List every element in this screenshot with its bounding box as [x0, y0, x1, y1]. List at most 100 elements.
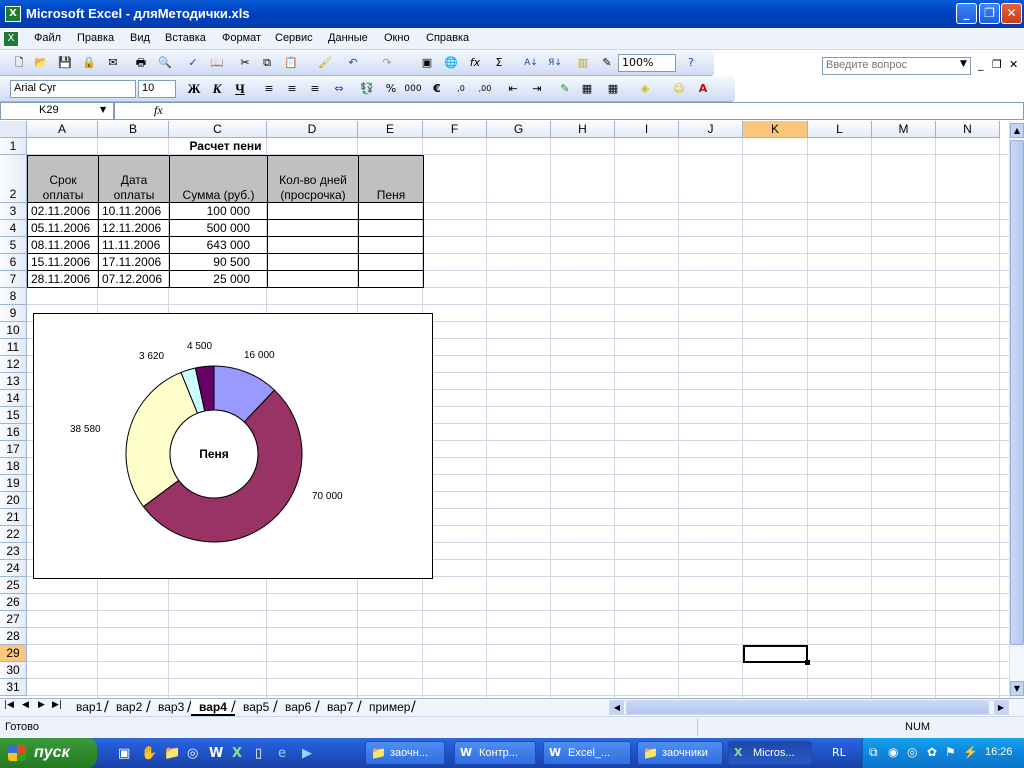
scroll-left-icon[interactable]: ◀ [610, 701, 624, 714]
cell-a[interactable]: 02.11.2006 [28, 203, 98, 219]
column-header[interactable]: A [27, 121, 98, 138]
hscroll-thumb[interactable] [626, 701, 989, 714]
quick-launch-browser-icon[interactable]: ◎ [187, 746, 198, 761]
row-header[interactable]: 15 [0, 407, 27, 424]
sheet-tab[interactable]: вар2 [108, 699, 150, 716]
quick-launch-word-icon[interactable]: W [209, 746, 223, 761]
increase-indent-icon[interactable]: ⇥ [528, 80, 546, 98]
underline-button[interactable]: Ч [231, 80, 249, 98]
restore-button[interactable]: ❐ [979, 3, 1000, 24]
close-button[interactable]: ✕ [1001, 3, 1022, 24]
row-header[interactable]: 9 [0, 305, 27, 322]
tray-antivirus-icon[interactable]: ◉ [888, 745, 898, 759]
cell-a[interactable]: 08.11.2006 [28, 237, 98, 253]
smiley-icon[interactable]: ☺ [670, 80, 688, 98]
sheet-tab[interactable]: вар6 [277, 699, 319, 716]
quick-launch-ie-icon[interactable]: e [278, 746, 286, 761]
row-header[interactable]: 8 [0, 288, 27, 305]
row-header[interactable]: 7 [0, 271, 27, 288]
decrease-decimal-icon[interactable]: ,00 [476, 80, 494, 98]
row-header[interactable]: 23 [0, 543, 27, 560]
menu-view[interactable]: Вид [130, 32, 150, 44]
row-header[interactable]: 11 [0, 339, 27, 356]
help-icon[interactable]: ? [682, 54, 700, 72]
quick-launch-media-icon[interactable]: ▶ [302, 746, 312, 761]
last-sheet-icon[interactable]: ▶| [52, 700, 62, 710]
scroll-thumb[interactable] [1010, 140, 1024, 645]
scroll-down-icon[interactable]: ▼ [1010, 681, 1024, 696]
cell-b[interactable]: 12.11.2006 [99, 220, 169, 236]
menu-data[interactable]: Данные [328, 32, 368, 44]
align-left-icon[interactable]: ≡ [260, 80, 278, 98]
quick-launch-hand-icon[interactable]: ✋ [141, 746, 157, 761]
cut-icon[interactable]: ✂ [236, 54, 254, 72]
workbook-icon[interactable]: X [3, 31, 19, 47]
increase-decimal-icon[interactable]: ,0 [452, 80, 470, 98]
cell-a[interactable]: 15.11.2006 [28, 254, 98, 270]
menu-help[interactable]: Справка [426, 32, 469, 44]
doc-close-icon[interactable]: ✕ [1009, 58, 1018, 71]
menu-edit[interactable]: Правка [77, 32, 114, 44]
hyperlink-icon[interactable]: 🌐 [442, 54, 460, 72]
cell-d[interactable] [268, 254, 358, 270]
vertical-scrollbar[interactable]: ▲ ▼ [1009, 121, 1024, 698]
row-header[interactable]: 1 [0, 138, 27, 155]
quick-launch-folder-icon[interactable]: 📁 [164, 746, 180, 761]
row-header[interactable]: 22 [0, 526, 27, 543]
scroll-up-icon[interactable]: ▲ [1010, 123, 1024, 138]
zoom-select[interactable]: 100% [618, 54, 676, 72]
cell-e[interactable] [359, 237, 423, 253]
percent-icon[interactable]: % [382, 80, 400, 98]
cell-c[interactable]: 100 000 [170, 203, 267, 219]
menu-file[interactable]: Файл [34, 32, 61, 44]
column-header[interactable]: E [358, 121, 423, 138]
cell-b[interactable]: 17.11.2006 [99, 254, 169, 270]
quick-launch-desktop-icon[interactable]: ▣ [118, 746, 130, 761]
menu-insert[interactable]: Вставка [165, 32, 206, 44]
tray-misc-icon[interactable]: ⚡ [963, 745, 978, 759]
cell-d[interactable] [268, 271, 358, 287]
insert-function-fx-icon[interactable]: fx [154, 103, 163, 118]
draw-borders-icon[interactable]: ✎ [556, 80, 574, 98]
column-header[interactable]: B [98, 121, 169, 138]
language-indicator[interactable]: RL [832, 746, 846, 759]
minimize-button[interactable]: _ [956, 3, 977, 24]
row-header[interactable]: 21 [0, 509, 27, 526]
cell-e[interactable] [359, 254, 423, 270]
cell-c[interactable]: 90 500 [170, 254, 267, 270]
name-box[interactable]: K29 [0, 102, 114, 120]
cell-d[interactable] [268, 203, 358, 219]
cell-d[interactable] [268, 237, 358, 253]
erase-border-icon[interactable]: ▦ [578, 80, 596, 98]
quick-launch-excel-icon[interactable]: X [232, 746, 242, 761]
comma-style-icon[interactable]: 000 [404, 80, 422, 98]
cell-c[interactable]: 25 000 [170, 271, 267, 287]
excel-app-icon[interactable]: X [5, 6, 21, 22]
decrease-indent-icon[interactable]: ⇤ [504, 80, 522, 98]
fill-handle[interactable] [805, 660, 810, 665]
cell-b[interactable]: 11.11.2006 [99, 237, 169, 253]
first-sheet-icon[interactable]: |◀ [4, 700, 14, 710]
row-header[interactable]: 3 [0, 203, 27, 220]
open-icon[interactable]: 📂 [32, 54, 50, 72]
row-header[interactable]: 25 [0, 577, 27, 594]
doc-restore-icon[interactable]: ❐ [992, 58, 1002, 71]
row-header[interactable]: 20 [0, 492, 27, 509]
font-name-select[interactable]: Arial Cyr [10, 80, 136, 98]
undo-icon[interactable]: ↶ [344, 54, 362, 72]
row-header[interactable]: 29 [0, 645, 27, 662]
bold-button[interactable]: Ж [185, 80, 203, 98]
cell-c[interactable]: 500 000 [170, 220, 267, 236]
sheet-tab[interactable]: вар5 [235, 699, 277, 716]
horizontal-scrollbar[interactable]: ◀ ▶ [609, 700, 1009, 715]
tray-shield-icon[interactable]: ◎ [907, 745, 917, 759]
drawing-icon[interactable]: ✎ [598, 54, 616, 72]
autosum-icon[interactable]: Σ [490, 54, 508, 72]
column-header[interactable]: M [872, 121, 936, 138]
row-header[interactable]: 2 [0, 155, 27, 203]
print-icon[interactable]: 🖶 [132, 54, 150, 72]
font-size-select[interactable]: 10 [138, 80, 176, 98]
cell-e[interactable] [359, 271, 423, 287]
ask-question-input[interactable]: Введите вопрос [822, 57, 971, 75]
cell-b[interactable]: 07.12.2006 [99, 271, 169, 287]
